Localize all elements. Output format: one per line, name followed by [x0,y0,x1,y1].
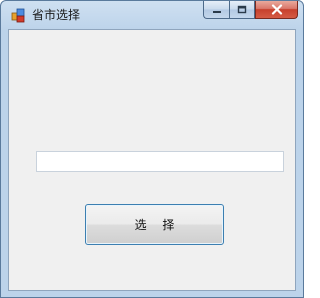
minimize-button[interactable] [203,1,229,19]
window-title: 省市选择 [32,8,81,22]
select-button[interactable]: 选 择 [85,204,224,245]
caption-buttons [203,1,298,20]
close-button[interactable] [255,1,298,19]
title-bar[interactable]: 省市选择 [1,1,303,29]
maximize-icon [237,0,247,19]
form-app-icon[interactable] [11,8,27,24]
location-text-input[interactable] [36,151,284,172]
maximize-button[interactable] [229,1,255,19]
app-window: 省市选择 选 择 [0,0,304,298]
form-client-area: 选 择 [8,29,296,291]
minimize-icon [212,0,222,19]
close-icon [271,0,283,19]
